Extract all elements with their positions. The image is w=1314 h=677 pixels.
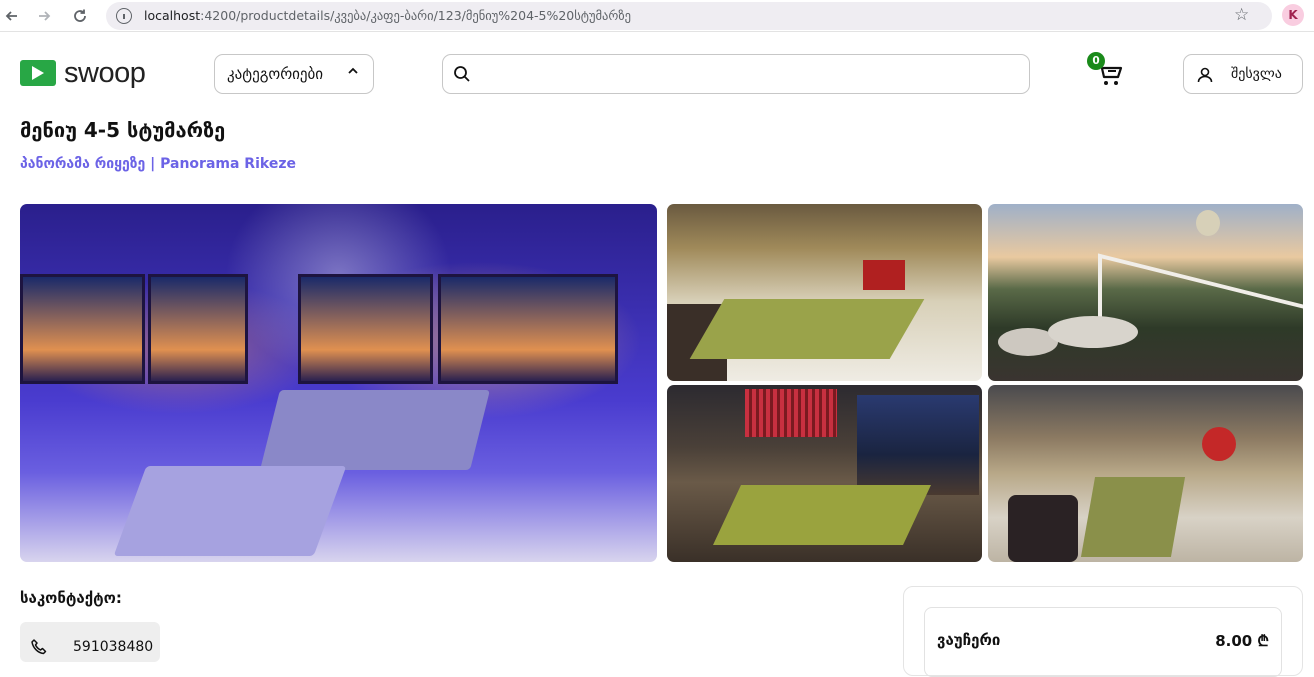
photo-table	[1080, 477, 1186, 557]
photo-window	[20, 274, 145, 384]
gallery-photo-terrace[interactable]	[988, 204, 1303, 381]
venue-link[interactable]: პანორამა რიყეზე | Panorama Rikeze	[20, 156, 296, 172]
search-icon	[454, 66, 470, 82]
bookmark-star-icon[interactable]: ☆	[1234, 5, 1249, 25]
photo-table	[260, 390, 490, 470]
photo-table	[713, 485, 931, 545]
photo-balloon	[1196, 210, 1220, 236]
categories-dropdown[interactable]: კატეგორიები	[214, 54, 374, 94]
voucher-price: 8.00 ₾	[1215, 632, 1269, 650]
login-button[interactable]: შესვლა	[1183, 54, 1303, 94]
contact-heading: საკონტაქტო:	[20, 589, 122, 607]
purchase-panel: ვაუჩერი 8.00 ₾	[903, 586, 1303, 677]
gallery-main-photo[interactable]	[20, 204, 657, 562]
logo-mark-icon	[20, 60, 56, 86]
address-bar[interactable]: localhost:4200/productdetails/კვება/კაფე…	[106, 2, 1272, 30]
photo-chairs	[1008, 495, 1078, 562]
categories-label: კატეგორიები	[227, 65, 324, 83]
login-label: შესვლა	[1231, 66, 1282, 82]
swoop-logo[interactable]: swoop	[20, 56, 146, 90]
phone-contact[interactable]: 591038480	[20, 622, 160, 662]
gallery-photo-dining[interactable]	[667, 385, 982, 562]
photo-ceiling-decor	[745, 389, 837, 437]
search-input[interactable]	[481, 61, 1021, 87]
photo-window	[857, 395, 979, 495]
profile-avatar[interactable]: K	[1282, 4, 1304, 26]
back-icon[interactable]	[0, 4, 24, 28]
browser-toolbar: localhost:4200/productdetails/კვება/კაფე…	[0, 0, 1314, 32]
photo-table	[1048, 316, 1138, 348]
chevron-up-icon	[348, 67, 358, 74]
photo-railing	[1098, 253, 1303, 375]
product-title: მენიუ 4-5 სტუმარზე	[20, 118, 226, 142]
photo-table	[113, 466, 347, 556]
voucher-option[interactable]: ვაუჩერი 8.00 ₾	[924, 607, 1282, 677]
photo-window	[148, 274, 248, 384]
photo-window	[438, 274, 618, 384]
photo-red-panel	[863, 260, 905, 290]
reload-icon[interactable]	[68, 4, 92, 28]
site-info-icon[interactable]	[116, 8, 132, 24]
photo-rose-decor	[1202, 427, 1236, 461]
forward-icon[interactable]	[32, 4, 56, 28]
logo-text: swoop	[64, 56, 146, 89]
phone-number: 591038480	[73, 639, 154, 655]
url-text: localhost:4200/productdetails/კვება/კაფე…	[144, 8, 631, 23]
cart-count-badge: 0	[1087, 52, 1105, 70]
user-icon	[1197, 67, 1213, 83]
voucher-label: ვაუჩერი	[937, 631, 1001, 649]
phone-icon	[31, 639, 47, 655]
gallery-photo-restaurant[interactable]	[988, 385, 1303, 562]
photo-window	[298, 274, 433, 384]
gallery-photo-hall[interactable]	[667, 204, 982, 381]
photo-table	[689, 299, 925, 359]
search-box[interactable]	[442, 54, 1030, 94]
